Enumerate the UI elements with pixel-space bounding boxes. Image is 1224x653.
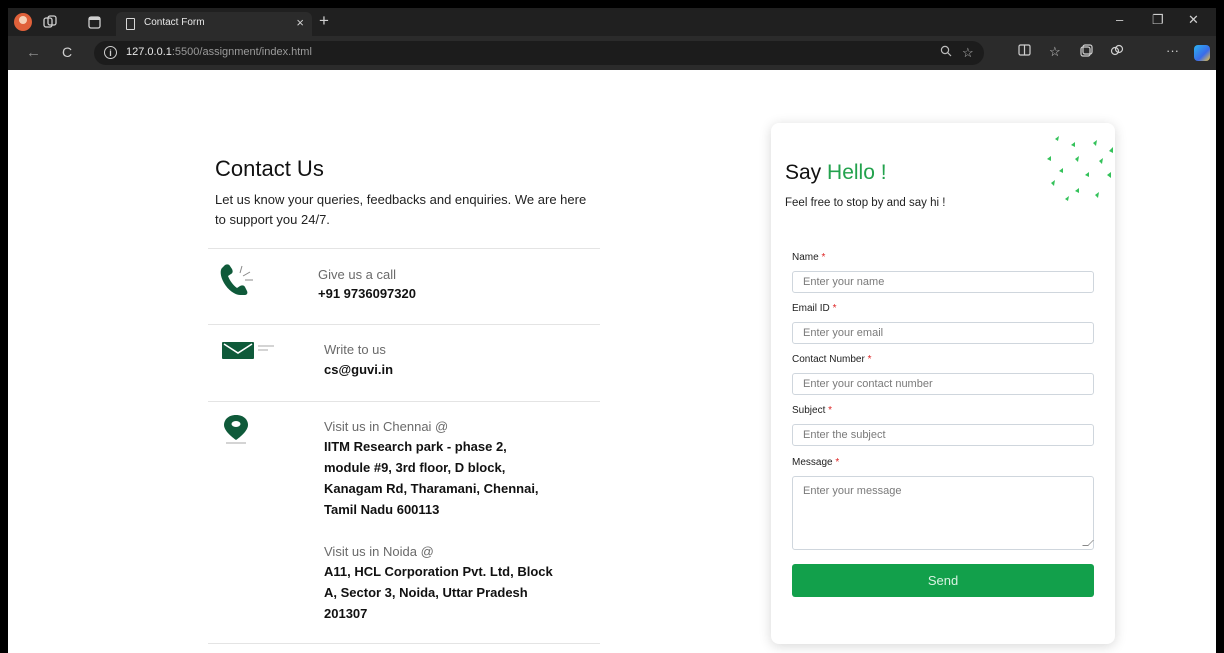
chennai-label: Visit us in Chennai @ <box>324 419 449 434</box>
restore-button[interactable]: ❐ <box>1152 12 1164 28</box>
chennai-address: IITM Research park - phase 2, module #9,… <box>324 439 539 517</box>
noida-label: Visit us in Noida @ <box>324 544 434 559</box>
contact-number-input[interactable] <box>792 373 1094 395</box>
favorites-icon[interactable]: ☆ <box>1049 44 1061 60</box>
back-button[interactable]: ← <box>26 44 41 61</box>
subject-input[interactable] <box>792 424 1094 446</box>
document-icon <box>126 18 135 30</box>
favorite-icon[interactable]: ☆ <box>962 45 974 61</box>
tab-strip: Contact Form × + – ❐ ✕ <box>8 8 1216 36</box>
new-tab-button[interactable]: + <box>319 11 329 31</box>
tab-title: Contact Form <box>144 17 205 28</box>
divider <box>208 401 600 402</box>
message-label: Message * <box>792 457 840 468</box>
contact-number-label: Contact Number * <box>792 354 872 365</box>
divider <box>208 324 600 325</box>
page-title: Contact Us <box>215 156 324 181</box>
name-input[interactable] <box>792 271 1094 293</box>
subject-label: Subject * <box>792 405 833 416</box>
copilot-icon[interactable] <box>1194 45 1210 61</box>
workspaces-icon[interactable] <box>42 14 58 30</box>
profile-icon[interactable] <box>14 13 32 31</box>
phone-icon <box>220 264 253 295</box>
email-input[interactable] <box>792 322 1094 344</box>
url-text[interactable]: 127.0.0.1:5500/assignment/index.html <box>126 46 312 58</box>
extensions-icon[interactable] <box>1110 44 1124 60</box>
address-bar[interactable]: i 127.0.0.1:5500/assignment/index.html ☆ <box>94 41 984 65</box>
reload-button[interactable]: C <box>62 44 72 60</box>
toolbar: ← C i 127.0.0.1:5500/assignment/index.ht… <box>8 36 1216 70</box>
close-window-button[interactable]: ✕ <box>1188 12 1199 28</box>
contact-lead-text: Let us know your queries, feedbacks and … <box>215 192 587 227</box>
location-pin-icon <box>224 415 248 444</box>
email-address[interactable]: cs@guvi.in <box>324 359 393 380</box>
call-label: Give us a call <box>318 267 397 282</box>
message-textarea[interactable] <box>792 476 1094 550</box>
divider <box>208 643 600 644</box>
info-icon[interactable]: i <box>104 46 117 59</box>
browser-window: Contact Form × + – ❐ ✕ ← C i 127.0.0.1:5… <box>8 8 1216 653</box>
form-title: Say Hello ! <box>785 161 887 184</box>
more-icon[interactable]: ··· <box>1166 43 1179 58</box>
confetti-decoration <box>1047 136 1113 201</box>
zoom-icon[interactable] <box>940 45 952 60</box>
tab-actions-icon[interactable] <box>86 14 102 30</box>
mail-icon <box>222 342 274 359</box>
tab-contact-form[interactable]: Contact Form × <box>116 12 312 36</box>
email-label: Email ID * <box>792 303 837 314</box>
phone-number[interactable]: +91 9736097320 <box>318 283 416 304</box>
form-subtitle: Feel free to stop by and say hi ! <box>785 197 946 209</box>
minimize-button[interactable]: – <box>1116 12 1123 27</box>
email-label: Write to us <box>324 342 386 357</box>
close-tab-icon[interactable]: × <box>296 15 304 30</box>
split-screen-icon[interactable] <box>1018 44 1031 59</box>
contact-form-card: Say Hello ! Feel free to stop by and say… <box>771 123 1115 644</box>
name-label: Name * <box>792 252 826 263</box>
noida-address: A11, HCL Corporation Pvt. Ltd, Block A, … <box>324 564 553 621</box>
collections-icon[interactable] <box>1080 44 1093 60</box>
send-button[interactable]: Send <box>792 564 1094 597</box>
divider <box>208 248 600 249</box>
page-content: Contact Us Let us know your queries, fee… <box>8 70 1216 653</box>
